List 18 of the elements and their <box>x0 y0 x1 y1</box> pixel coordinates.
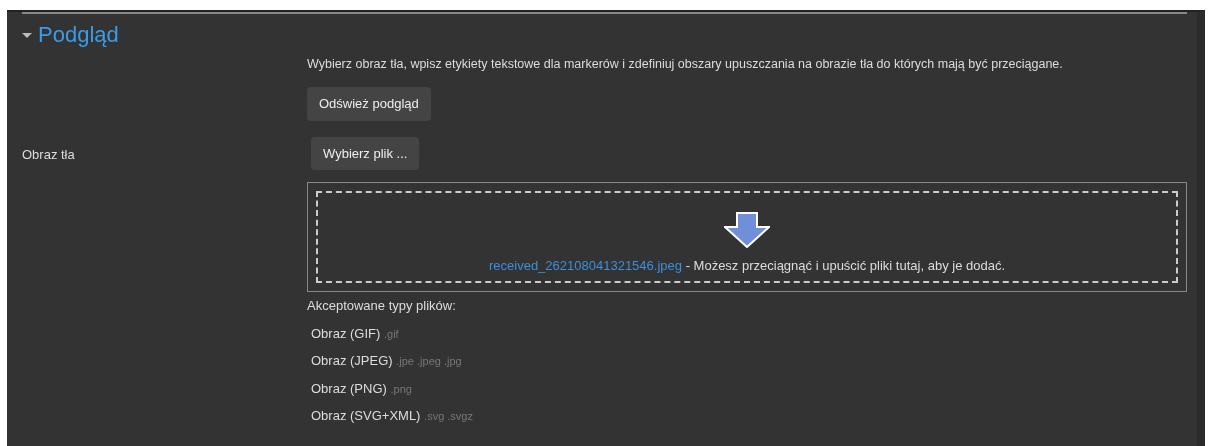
file-type-name: Obraz (GIF) <box>311 325 381 341</box>
refresh-preview-button[interactable]: Odśwież podgląd <box>307 87 431 121</box>
file-extensions: .jpe .jpeg .jpg <box>396 355 462 368</box>
file-drop-area[interactable]: received_262108041321546.jpeg - Możesz przeciągnąć i upuścić pliki tutaj, aby je dodać. <box>307 182 1187 293</box>
accepted-types-heading: Akceptowane typy plików: <box>307 297 457 316</box>
down-arrow-icon <box>724 211 770 248</box>
description-text: Wybierz obraz tła, wpisz etykiety tekstowe dla markerów i zdefiniuj obszary upuszczania na obrazie tła do których mają być przeciągane. <box>307 57 1064 72</box>
file-type-name: Obraz (PNG) <box>311 380 387 396</box>
file-type-name: Obraz (JPEG) <box>311 353 393 369</box>
field-label: Obraz tła <box>22 146 75 162</box>
section-title[interactable]: Podgląd <box>38 18 119 51</box>
file-link[interactable]: received_262108041321546.jpeg <box>489 257 682 273</box>
file-extensions: .gif <box>383 327 399 340</box>
file-extensions: .svg .svgz <box>424 410 473 423</box>
file-type-name: Obraz (SVG+XML) <box>311 408 421 424</box>
choose-file-button[interactable]: Wybierz plik ... <box>311 136 420 171</box>
drop-hint-text: - Możesz przeciągnąć i upuścić pliki tutaj, aby je dodać. <box>685 257 1005 273</box>
file-extensions: .png <box>390 382 412 395</box>
